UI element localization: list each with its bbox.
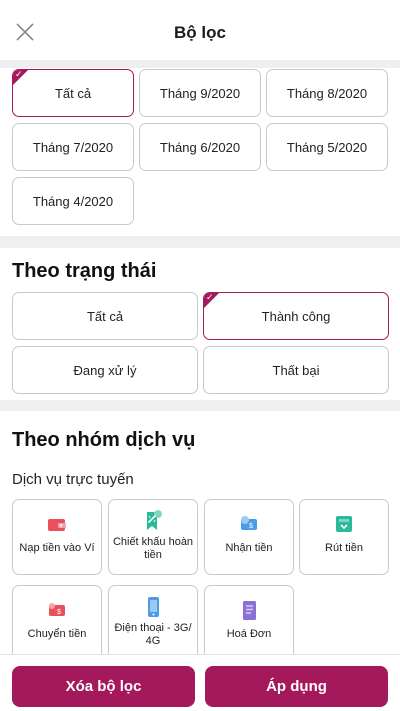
chip-label: Thành công <box>261 308 331 324</box>
status-option-processing[interactable]: Đang xử lý <box>12 346 198 394</box>
cashback-icon <box>109 510 197 532</box>
time-option-apr-2020[interactable]: Tháng 4/2020 <box>12 177 134 225</box>
time-option-may-2020[interactable]: Tháng 5/2020 <box>266 123 388 171</box>
service-label: Nạp tiền vào Ví <box>19 542 95 554</box>
time-option-jul-2020[interactable]: Tháng 7/2020 <box>12 123 134 171</box>
chip-label: Tháng 6/2020 <box>159 139 241 155</box>
svg-text:$: $ <box>249 523 253 530</box>
service-label: Điện thoại - 3G/ 4G <box>114 622 192 647</box>
receive-money-icon: $ <box>205 514 293 536</box>
status-filter-panel: Theo trạng thái Tất cả ✓ Thành công Đang… <box>0 248 400 400</box>
withdraw-icon <box>300 514 388 536</box>
status-option-failed[interactable]: Thất bại <box>203 346 389 394</box>
status-section-title: Theo trạng thái <box>12 260 157 282</box>
service-label: Nhận tiền <box>225 542 273 554</box>
service-label: Hoá Đơn <box>226 628 272 640</box>
time-option-jun-2020[interactable]: Tháng 6/2020 <box>139 123 261 171</box>
service-wallet-topup[interactable]: Nạp tiền vào Ví <box>12 499 102 575</box>
service-label: Rút tiền <box>325 542 363 554</box>
chip-label: Tháng 4/2020 <box>32 193 114 209</box>
service-transfer-money[interactable]: $ Chuyển tiền <box>12 585 102 661</box>
time-filter-panel: ✓ Tất cả Tháng 9/2020 Tháng 8/2020 Tháng… <box>0 68 400 236</box>
service-receive-money[interactable]: $ Nhận tiền <box>204 499 294 575</box>
header: Bộ lọc <box>0 0 400 60</box>
time-option-aug-2020[interactable]: Tháng 8/2020 <box>266 69 388 117</box>
service-subtitle: Dịch vụ trực tuyến <box>12 471 134 488</box>
time-option-sep-2020[interactable]: Tháng 9/2020 <box>139 69 261 117</box>
service-phone-3g-4g[interactable]: Điện thoại - 3G/ 4G <box>108 585 198 661</box>
service-section-title: Theo nhóm dịch vụ <box>12 429 196 451</box>
wallet-topup-icon <box>13 514 101 536</box>
svg-text:$: $ <box>57 609 61 616</box>
status-option-success[interactable]: ✓ Thành công <box>203 292 389 340</box>
footer: Xóa bộ lọc Áp dụng <box>0 654 400 711</box>
check-icon: ✓ <box>15 69 23 79</box>
service-filter-panel: Theo nhóm dịch vụ Dịch vụ trực tuyến Nạp… <box>0 411 400 661</box>
service-label: Chuyển tiền <box>27 628 87 640</box>
time-option-all[interactable]: ✓ Tất cả <box>12 69 134 117</box>
service-bill[interactable]: Hoá Đơn <box>204 585 294 661</box>
chip-label: Đang xử lý <box>73 362 137 378</box>
chip-label: Tháng 7/2020 <box>32 139 114 155</box>
chip-label: Tất cả <box>86 308 124 324</box>
page-title: Bộ lọc <box>174 23 226 42</box>
check-icon: ✓ <box>206 292 214 302</box>
chip-label: Thất bại <box>272 362 320 378</box>
chip-label: Tất cả <box>54 85 92 101</box>
service-cashback[interactable]: Chiết khấu hoàn tiền <box>108 499 198 575</box>
bill-icon <box>205 600 293 622</box>
chip-label: Tháng 5/2020 <box>286 139 368 155</box>
service-withdraw[interactable]: Rút tiền <box>299 499 389 575</box>
service-label: Chiết khấu hoàn tiền <box>112 536 194 561</box>
status-option-all[interactable]: Tất cả <box>12 292 198 340</box>
chip-label: Tháng 8/2020 <box>286 85 368 101</box>
chip-label: Tháng 9/2020 <box>159 85 241 101</box>
clear-filter-button[interactable]: Xóa bộ lọc <box>12 666 195 707</box>
phone-icon <box>109 596 197 618</box>
apply-button[interactable]: Áp dụng <box>205 666 388 707</box>
transfer-money-icon: $ <box>13 600 101 622</box>
